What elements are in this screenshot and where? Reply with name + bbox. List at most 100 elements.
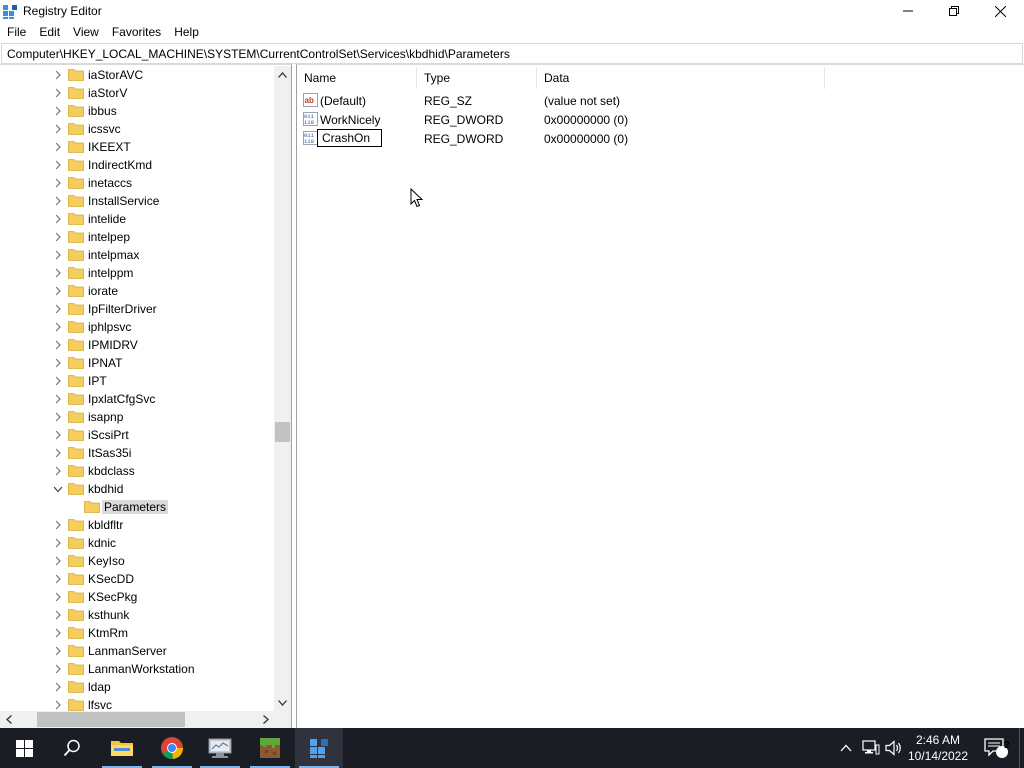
tree-item[interactable]: ItSas35i [0,444,274,462]
tree-expand-toggle[interactable] [52,282,64,300]
search-button[interactable] [48,728,96,768]
server-manager-button[interactable] [196,728,244,768]
tree-item[interactable]: kbdhid [0,480,274,498]
tree-expand-toggle[interactable] [52,624,64,642]
notification-center-button[interactable]: 2 [976,728,1016,768]
tree-expand-toggle[interactable] [52,336,64,354]
menu-view[interactable]: View [66,22,105,42]
menu-edit[interactable]: Edit [32,22,66,42]
tree-expand-toggle[interactable] [52,210,64,228]
menu-favorites[interactable]: Favorites [105,22,167,42]
tree-expand-toggle[interactable] [52,660,64,678]
column-type[interactable]: Type [417,67,537,89]
tree-item[interactable]: IKEEXT [0,138,274,156]
tree-expand-toggle[interactable] [52,678,64,696]
tree-expand-toggle[interactable] [52,570,64,588]
tree-expand-toggle[interactable] [52,156,64,174]
tree-item[interactable]: kbldfltr [0,516,274,534]
tree-item[interactable]: Parameters [0,498,274,516]
tree-expand-toggle[interactable] [52,102,64,120]
registry-editor-button[interactable] [295,728,343,768]
tree-item[interactable]: kbdclass [0,462,274,480]
value-row[interactable]: 011 110 WorkNicely REG_DWORD 0x00000000 (0) [297,110,827,129]
tree-expand-toggle[interactable] [52,588,64,606]
tree-item[interactable]: KSecPkg [0,588,274,606]
tree-item[interactable]: ksthunk [0,606,274,624]
menu-file[interactable]: File [0,22,32,42]
column-name[interactable]: Name [297,67,417,89]
tree-expand-toggle[interactable] [52,390,64,408]
tree-expand-toggle[interactable] [52,318,64,336]
tree-item[interactable]: ibbus [0,102,274,120]
value-row[interactable]: 011110 REG_DWORD 0x00000000 (0) [297,129,827,148]
tree-horizontal-scrollbar[interactable] [0,711,274,728]
restore-button[interactable] [931,0,977,22]
close-button[interactable] [977,0,1023,22]
tree-item[interactable]: LanmanWorkstation [0,660,274,678]
value-row[interactable]: ab (Default) REG_SZ (value not set) [297,91,827,110]
minimize-button[interactable] [885,0,931,22]
network-button[interactable] [859,728,883,768]
tree-item[interactable]: inetaccs [0,174,274,192]
tree-expand-toggle[interactable] [52,120,64,138]
tree-expand-toggle[interactable] [52,552,64,570]
address-bar[interactable]: Computer\HKEY_LOCAL_MACHINE\SYSTEM\Curre… [1,43,1023,64]
column-data[interactable]: Data [537,67,825,89]
tree-expand-toggle[interactable] [52,426,64,444]
tree-expand-toggle[interactable] [52,516,64,534]
tree-expand-toggle[interactable] [52,174,64,192]
show-hidden-icons-button[interactable] [834,728,858,768]
tree-item[interactable]: iaStorAVC [0,66,274,84]
tree-expand-toggle[interactable] [52,66,64,84]
tree-item[interactable]: KSecDD [0,570,274,588]
tree-item[interactable]: IPNAT [0,354,274,372]
tree-item[interactable]: iScsiPrt [0,426,274,444]
tree-expand-toggle[interactable] [52,354,64,372]
scroll-left-button[interactable] [0,711,17,728]
tree-item[interactable]: intelide [0,210,274,228]
tree-item[interactable]: LanmanServer [0,642,274,660]
tree-item[interactable]: intelpmax [0,246,274,264]
rename-input[interactable] [317,129,382,147]
tree-expand-toggle[interactable] [52,300,64,318]
tree-expand-toggle[interactable] [52,84,64,102]
tree-expand-toggle[interactable] [52,246,64,264]
tree-item[interactable]: isapnp [0,408,274,426]
tree-expand-toggle[interactable] [52,408,64,426]
tree-item[interactable]: iphlpsvc [0,318,274,336]
menu-help[interactable]: Help [167,22,205,42]
tree-item[interactable]: icssvc [0,120,274,138]
show-desktop-button[interactable] [1019,728,1024,768]
tree-expand-toggle[interactable] [52,444,64,462]
tree-item[interactable]: KeyIso [0,552,274,570]
tree-item[interactable]: IpFilterDriver [0,300,274,318]
tree-expand-toggle[interactable] [52,192,64,210]
tree-item[interactable]: intelppm [0,264,274,282]
tree-item[interactable]: iaStorV [0,84,274,102]
file-explorer-button[interactable] [98,728,146,768]
scroll-right-button[interactable] [257,711,274,728]
tree-expand-toggle[interactable] [52,642,64,660]
tree-item[interactable]: iorate [0,282,274,300]
start-button[interactable] [0,728,48,768]
tree-item[interactable]: intelpep [0,228,274,246]
minecraft-button[interactable] [246,728,294,768]
tree-item[interactable]: ldap [0,678,274,696]
tree-item[interactable]: IndirectKmd [0,156,274,174]
scroll-down-button[interactable] [274,694,291,711]
tree-item[interactable]: InstallService [0,192,274,210]
tree-expand-toggle[interactable] [52,372,64,390]
tree-expand-toggle[interactable] [52,606,64,624]
tree-item[interactable]: IPMIDRV [0,336,274,354]
tree-expand-toggle[interactable] [52,138,64,156]
taskbar-clock[interactable]: 2:46 AM 10/14/2022 [906,732,970,764]
scroll-thumb[interactable] [37,712,185,727]
tree-item[interactable]: IPT [0,372,274,390]
tree-item[interactable]: kdnic [0,534,274,552]
scroll-up-button[interactable] [274,66,291,83]
tree-collapse-toggle[interactable] [52,480,64,498]
tree-expand-toggle[interactable] [52,264,64,282]
tree-expand-toggle[interactable] [52,462,64,480]
tree-expand-toggle[interactable] [52,228,64,246]
tree-vertical-scrollbar[interactable] [274,66,291,711]
